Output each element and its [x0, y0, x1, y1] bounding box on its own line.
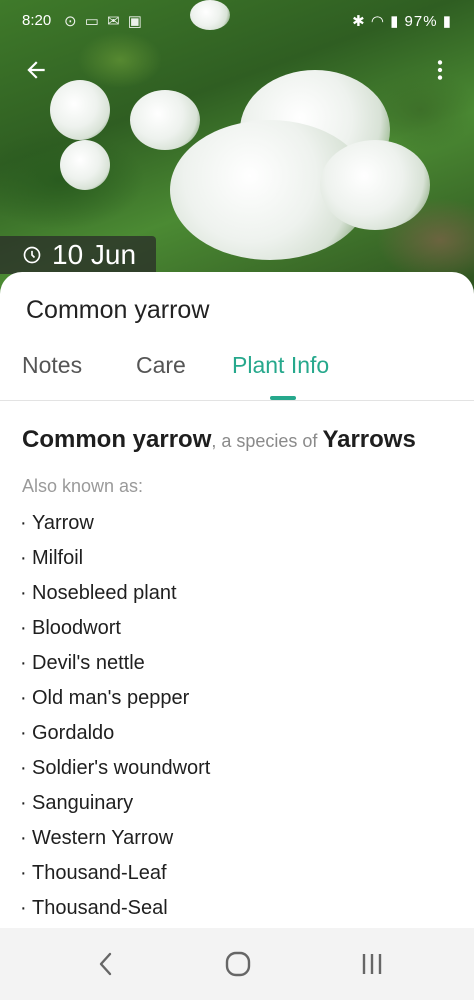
signal-icon: ▮ [390, 13, 400, 30]
tab-active-indicator [270, 396, 296, 400]
plant-name-title: Common yarrow [26, 296, 210, 324]
list-item: · Soldier's woundwort [20, 751, 210, 786]
bluetooth-icon: ✱ [352, 13, 366, 30]
flower-cluster [130, 90, 200, 150]
list-item: · Bloodwort [20, 611, 210, 646]
list-item: · Sanguinary [20, 786, 210, 821]
more-vert-icon [437, 60, 443, 80]
bullet: · [20, 617, 27, 639]
system-icons: ✱ ◠ ▮ 97% ▮ [352, 12, 452, 30]
bullet: · [20, 792, 27, 814]
species-connector: , a species of [211, 431, 323, 451]
system-nav-bar [0, 928, 474, 1000]
common-name: Nosebleed plant [32, 582, 177, 604]
bullet: · [20, 512, 27, 534]
common-name: Old man's pepper [32, 687, 190, 709]
battery-icon: ▮ [442, 13, 452, 30]
bullet: · [20, 862, 27, 884]
arrow-left-icon [27, 61, 45, 79]
common-names-list: · Yarrow · Milfoil · Nosebleed plant · Blood… [20, 506, 210, 926]
recent-apps-icon [362, 954, 382, 974]
home-circle-icon [225, 951, 251, 977]
also-known-as-label: Also known as: [22, 476, 144, 496]
notification-icons: ⊙ ▭ ✉ ▣ [64, 13, 144, 30]
common-name: Sanguinary [32, 792, 134, 814]
common-name: Devil's nettle [32, 652, 145, 674]
flower-cluster [320, 140, 430, 230]
list-item: · Thousand-Leaf [20, 856, 210, 891]
bullet: · [20, 897, 27, 919]
tab-bar: Notes Care Plant Info [0, 344, 474, 401]
wifi-icon: ◠ [370, 13, 385, 30]
date-chip: 10 Jun [0, 236, 157, 274]
list-item: · Yarrow [20, 506, 210, 541]
nav-home-button[interactable] [216, 946, 260, 982]
plant-detail-screen: 8:20 ⊙ ▭ ✉ ▣ ✱ ◠ ▮ 97% ▮ 10 Jun Common y… [0, 0, 474, 1000]
battery-text: 97% [404, 13, 438, 30]
plant-photo: 8:20 ⊙ ▭ ✉ ▣ ✱ ◠ ▮ 97% ▮ 10 Jun [0, 0, 474, 300]
common-name: Soldier's woundwort [32, 757, 211, 779]
flower-cluster [60, 140, 110, 190]
bullet: · [20, 547, 27, 569]
more-options-button[interactable] [418, 48, 462, 92]
common-name: Milfoil [32, 547, 84, 569]
list-item: · Devil's nettle [20, 646, 210, 681]
tab-plant-info[interactable]: Plant Info [232, 352, 329, 379]
list-item: · Milfoil [20, 541, 210, 576]
tab-notes[interactable]: Notes [22, 352, 82, 379]
bullet: · [20, 757, 27, 779]
bullet: · [20, 687, 27, 709]
list-item: · Old man's pepper [20, 681, 210, 716]
common-name: Gordaldo [32, 722, 115, 744]
status-time: 8:20 [22, 12, 52, 29]
bullet: · [20, 827, 27, 849]
date-text: 10 Jun [52, 239, 137, 270]
detail-sheet: Common yarrow Notes Care Plant Info Comm… [0, 272, 474, 928]
status-bar: 8:20 ⊙ ▭ ✉ ▣ ✱ ◠ ▮ 97% ▮ [0, 8, 474, 36]
back-button[interactable] [14, 48, 58, 92]
nav-recent-apps-button[interactable] [350, 946, 394, 982]
list-item: · Gordaldo [20, 716, 210, 751]
common-name: Yarrow [32, 512, 94, 534]
bullet: · [20, 582, 27, 604]
chevron-left-icon [99, 952, 112, 976]
common-name: Thousand-Seal [32, 897, 168, 919]
list-item: · Western Yarrow [20, 821, 210, 856]
species-name: Common yarrow [22, 426, 212, 453]
flower-cluster [50, 80, 110, 140]
list-item: · Nosebleed plant [20, 576, 210, 611]
list-item: · Thousand-Seal [20, 891, 210, 926]
common-name: Bloodwort [32, 617, 121, 639]
tab-care[interactable]: Care [136, 352, 186, 379]
nav-back-button[interactable] [84, 946, 128, 982]
genus-name: Yarrows [322, 426, 416, 453]
bullet: · [20, 722, 27, 744]
common-name: Western Yarrow [32, 827, 174, 849]
species-line: Common yarrow, a species of Yarrows [22, 426, 416, 454]
clock-icon [23, 246, 41, 264]
bullet: · [20, 652, 27, 674]
common-name: Thousand-Leaf [32, 862, 167, 884]
